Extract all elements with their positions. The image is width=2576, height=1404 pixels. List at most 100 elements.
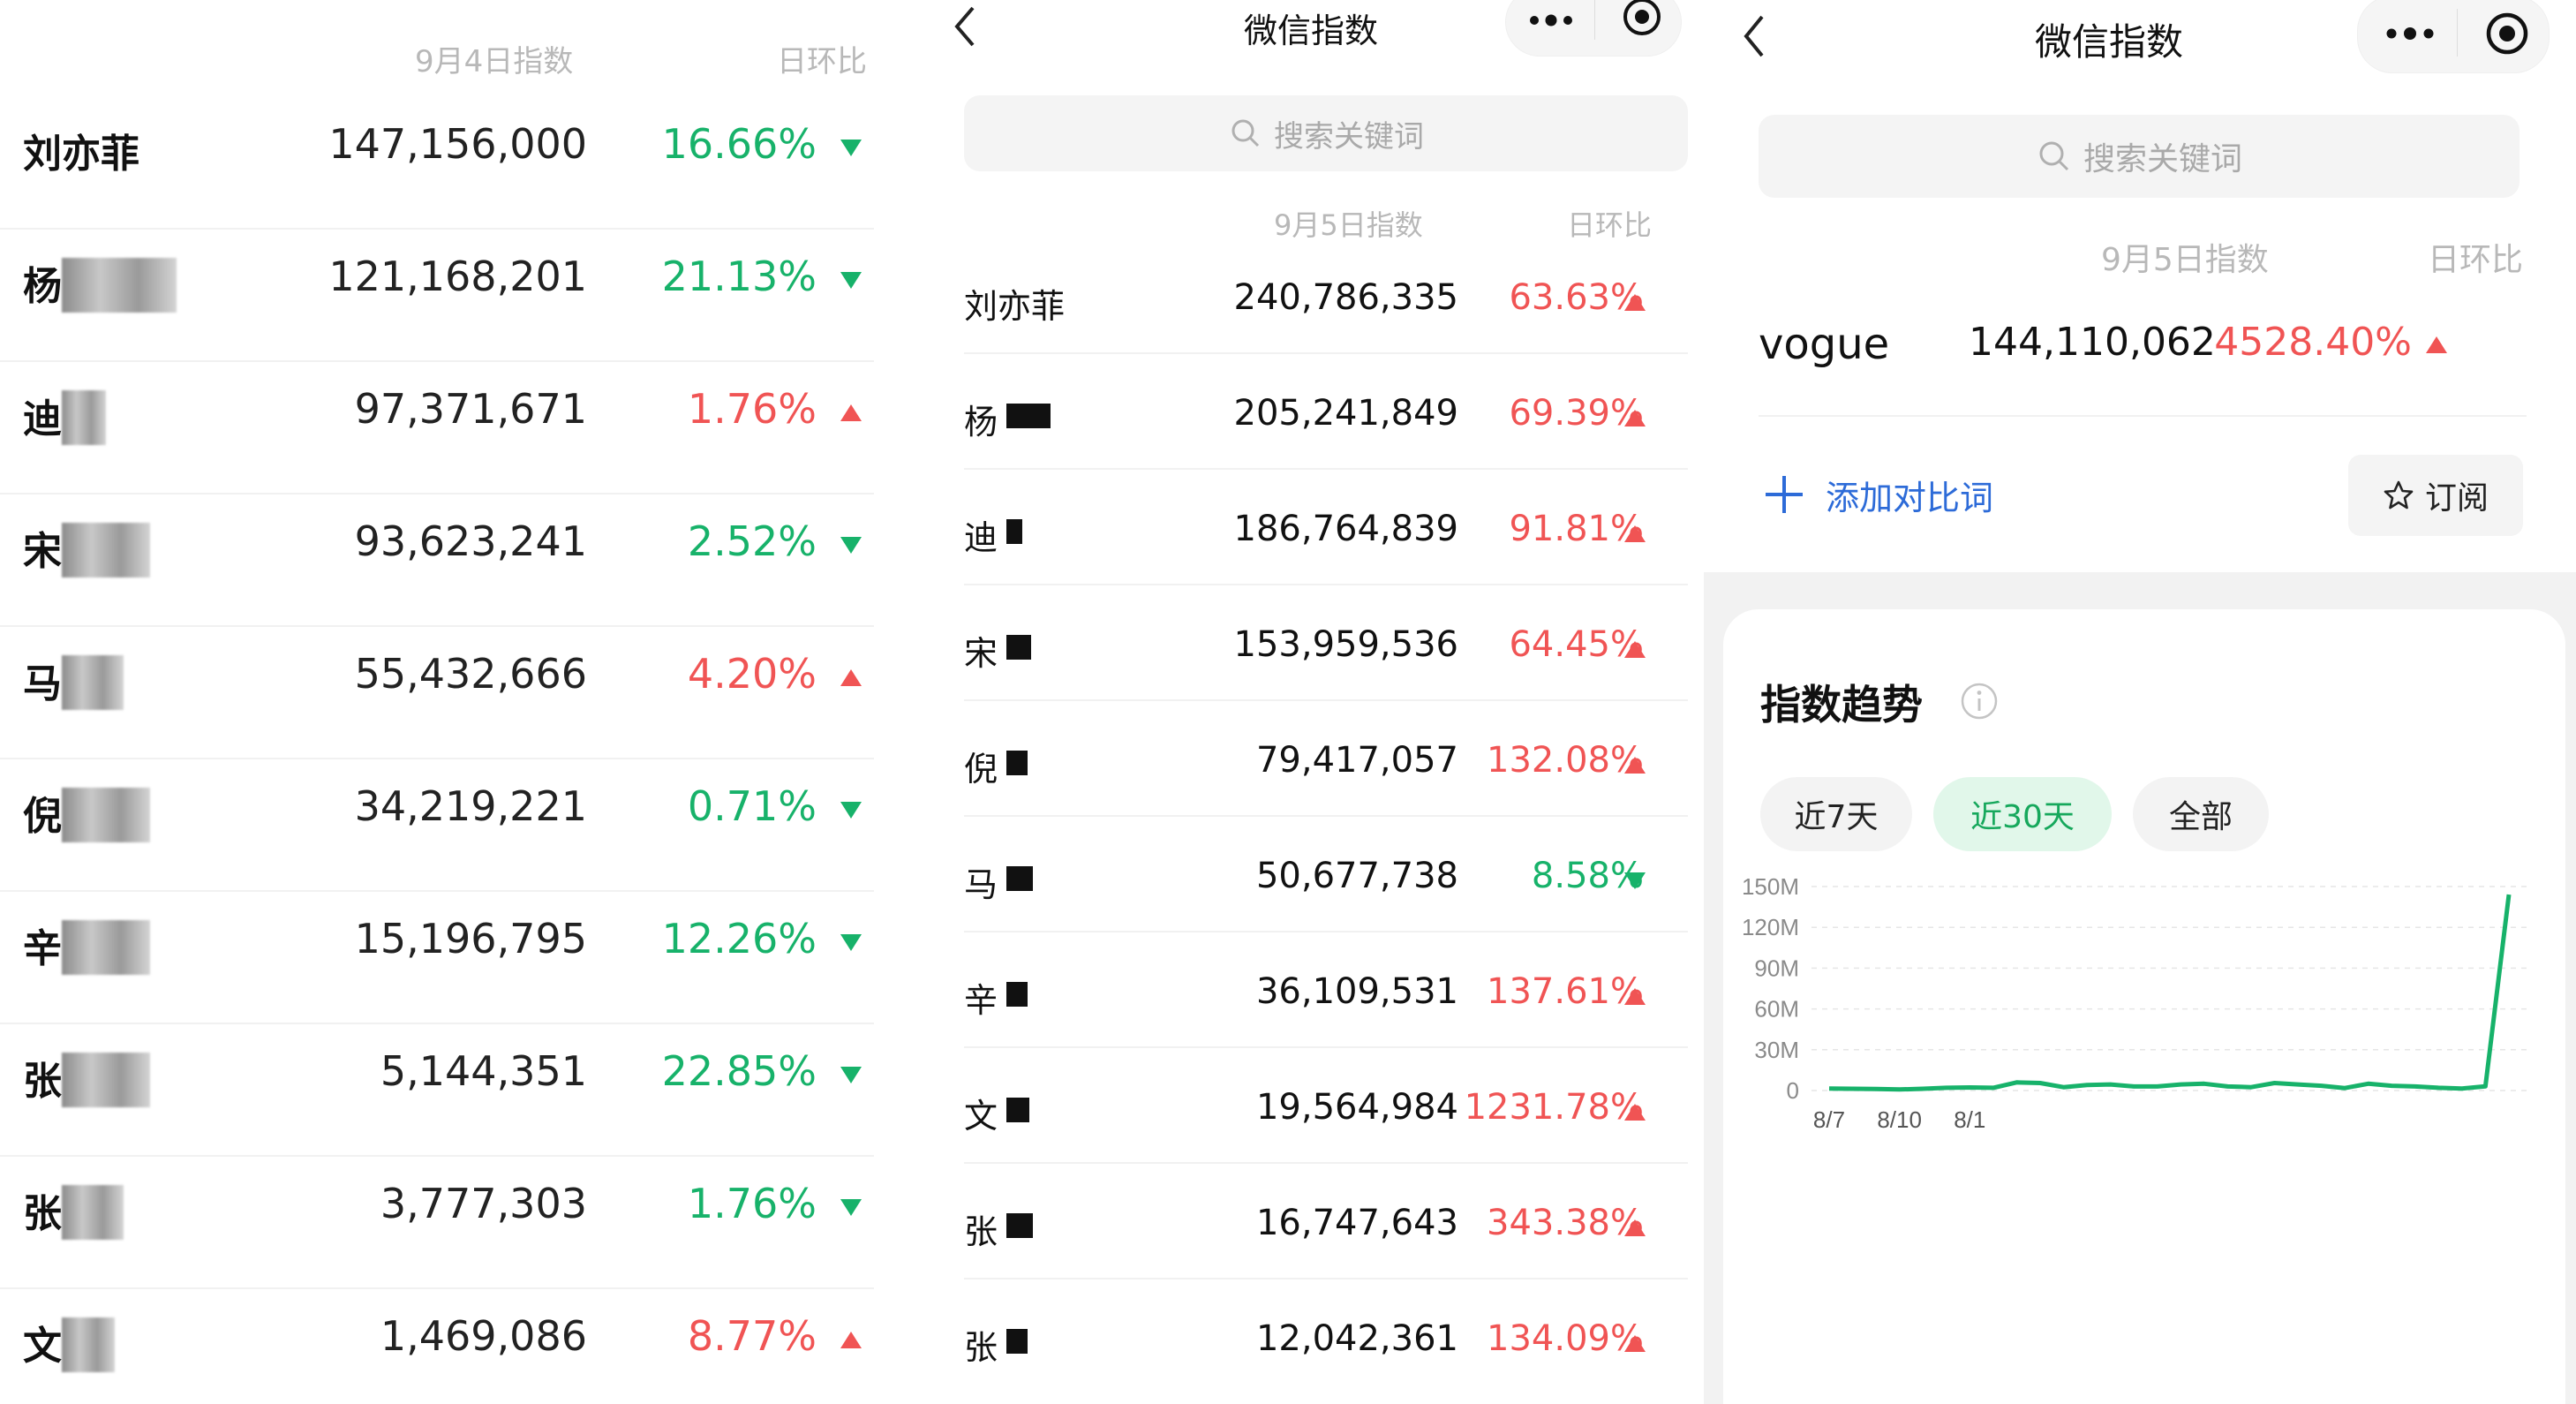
close-miniprogram-icon[interactable] <box>2483 10 2531 57</box>
subscribe-label: 订阅 <box>2424 480 2489 517</box>
list-item[interactable]: 刘亦菲 240,786,335 63.63% <box>918 238 1704 354</box>
down-arrow-icon <box>840 1067 862 1083</box>
date-column-header: 9月5日指数 <box>2101 242 2269 278</box>
list-item[interactable]: 马 55,432,666 4.20% <box>0 627 900 759</box>
range-chip-7d[interactable]: 近7天 <box>1760 777 1912 851</box>
date-column-header: 9月4日指数 <box>415 44 574 79</box>
list-item[interactable]: 张 3,777,303 1.76% <box>0 1157 900 1289</box>
up-arrow-icon <box>2426 336 2447 353</box>
list-item[interactable]: 辛 15,196,795 12.26% <box>0 892 900 1024</box>
list-item[interactable]: 张 5,144,351 22.85% <box>0 1024 900 1157</box>
index-value: 79,417,057 <box>1255 740 1458 781</box>
add-compare-button[interactable]: 添加对比词 <box>1764 468 1993 521</box>
search-input[interactable]: 搜索关键词 <box>1759 115 2520 198</box>
redacted-mosaic <box>62 788 150 842</box>
daily-change: 69.39% <box>1509 393 1644 434</box>
list-item[interactable]: 文 1,469,086 8.77% <box>0 1289 900 1404</box>
list-item[interactable]: 宋 93,623,241 2.52% <box>0 494 900 627</box>
redacted-mosaic <box>1006 635 1031 660</box>
redacted-mosaic <box>1006 751 1028 775</box>
index-value: 12,042,361 <box>1255 1318 1458 1359</box>
up-arrow-icon <box>840 669 862 686</box>
index-value: 19,564,984 <box>1255 1087 1458 1128</box>
list-item[interactable]: 刘亦菲 147,156,000 16.66% <box>0 97 900 230</box>
daily-change: 1.76% <box>687 385 817 433</box>
person-name: 马 <box>964 865 998 904</box>
more-icon[interactable] <box>2384 21 2436 48</box>
list-item[interactable]: 张 16,747,643 343.38% <box>918 1164 1704 1279</box>
divider <box>1759 415 2527 417</box>
x-tick-label: 8/1 <box>1954 1106 1985 1130</box>
up-arrow-icon <box>1624 757 1646 774</box>
person-name: 张 <box>964 1328 998 1367</box>
daily-change: 132.08% <box>1487 740 1644 781</box>
index-value: 153,959,536 <box>1233 624 1458 665</box>
list-item[interactable]: 辛 36,109,531 137.61% <box>918 932 1704 1048</box>
list-item[interactable]: 文 19,564,984 1231.78% <box>918 1048 1704 1164</box>
redacted-mosaic <box>62 1317 115 1372</box>
list-item[interactable]: 马 50,677,738 8.58% <box>918 817 1704 932</box>
search-placeholder: 搜索关键词 <box>2083 141 2242 177</box>
change-column-header: 日环比 <box>777 44 867 79</box>
index-value: 5,144,351 <box>380 1047 587 1095</box>
person-name: 马 <box>23 661 62 706</box>
daily-change: 134.09% <box>1487 1318 1644 1359</box>
index-value: 15,196,795 <box>354 915 587 962</box>
nav-bar: 微信指数 <box>1704 0 2576 97</box>
list-item[interactable]: 迪 186,764,839 91.81% <box>918 470 1704 585</box>
mini-program-capsule <box>2357 0 2550 73</box>
person-name: 倪 <box>23 794 62 839</box>
index-value: 36,109,531 <box>1255 971 1458 1012</box>
up-arrow-icon <box>1624 1335 1646 1352</box>
person-name: 宋 <box>23 529 62 574</box>
redacted-mosaic <box>1006 404 1051 428</box>
y-tick-label: 150M <box>1742 874 1799 900</box>
trend-title: 指数趋势 <box>1760 681 1923 728</box>
up-arrow-icon <box>1624 1219 1646 1236</box>
y-tick-label: 0 <box>1787 1077 1799 1104</box>
daily-change: 63.63% <box>1509 277 1644 318</box>
trend-chart[interactable]: 150M 120M 90M 60M 30M 0 8/7 8/10 8/1 <box>1723 874 2571 1130</box>
down-arrow-icon <box>840 272 862 289</box>
person-name: 张 <box>23 1059 62 1104</box>
redacted-mosaic <box>62 920 150 975</box>
list-item[interactable]: 杨 121,168,201 21.13% <box>0 230 900 362</box>
daily-change: 4.20% <box>687 650 817 698</box>
subscribe-button[interactable]: 订阅 <box>2348 455 2523 536</box>
up-arrow-icon <box>1624 988 1646 1005</box>
trend-card: 指数趋势 近7天 近30天 全部 150M 120M 90M 60M 30M 0 8/7 8/… <box>1723 609 2565 1404</box>
info-icon[interactable] <box>1960 682 1999 721</box>
list-item[interactable]: 杨 205,241,849 69.39% <box>918 354 1704 470</box>
daily-change: 12.26% <box>661 915 817 962</box>
redacted-mosaic <box>1006 982 1028 1007</box>
search-input[interactable]: 搜索关键词 <box>964 95 1688 171</box>
index-value: 93,623,241 <box>354 517 587 565</box>
index-ranking-sep4: 9月4日指数 日环比 刘亦菲 147,156,000 16.66% 杨 121,168,… <box>0 0 900 1404</box>
person-name: 辛 <box>964 981 998 1020</box>
index-value: 121,168,201 <box>328 253 587 300</box>
list-item[interactable]: 迪 97,371,671 1.76% <box>0 362 900 494</box>
list-item[interactable]: 宋 153,959,536 64.45% <box>918 585 1704 701</box>
redacted-mosaic <box>62 258 177 313</box>
close-miniprogram-icon[interactable] <box>1621 0 1663 38</box>
person-name: 倪 <box>964 750 998 789</box>
daily-change: 8.58% <box>1531 856 1644 896</box>
range-chip-30d[interactable]: 近30天 <box>1933 777 2112 851</box>
list-item[interactable]: 倪 34,219,221 0.71% <box>0 759 900 892</box>
up-arrow-icon <box>1624 294 1646 311</box>
person-name: 张 <box>23 1191 62 1236</box>
down-arrow-icon <box>840 934 862 951</box>
list-item[interactable]: 张 12,042,361 134.09% <box>918 1279 1704 1395</box>
redacted-mosaic <box>1006 1213 1033 1238</box>
index-value: 240,786,335 <box>1233 277 1458 318</box>
search-icon <box>1232 119 1260 147</box>
change-column-header: 日环比 <box>2428 242 2524 278</box>
person-name: 刘亦菲 <box>23 132 139 177</box>
redacted-mosaic <box>1006 866 1033 891</box>
series-line <box>1828 894 2512 1092</box>
daily-change: 0.71% <box>687 782 817 830</box>
list-item[interactable]: 倪 79,417,057 132.08% <box>918 701 1704 817</box>
index-value: 205,241,849 <box>1233 393 1458 434</box>
range-chip-all[interactable]: 全部 <box>2133 777 2269 851</box>
more-icon[interactable] <box>1527 8 1575 34</box>
